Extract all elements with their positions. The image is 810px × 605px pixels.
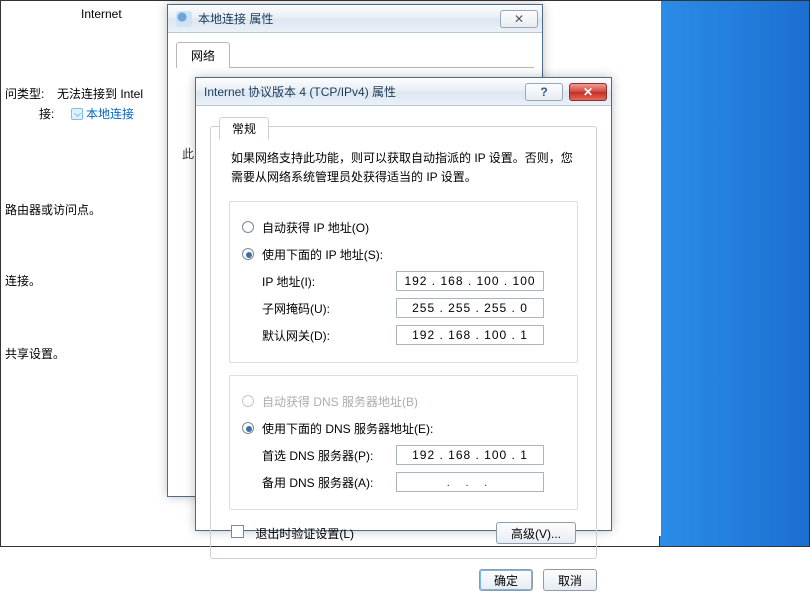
tab-general[interactable]: 常规 [219, 117, 269, 140]
router-text: 路由器或访问点。 [5, 201, 101, 218]
validate-on-exit[interactable]: 退出时验证设置(L) [231, 525, 354, 542]
ipv4-properties-window: Internet 协议版本 4 (TCP/IPv4) 属性 ? ✕ 常规 如果网… [195, 77, 612, 531]
close-button[interactable]: ✕ [500, 10, 538, 28]
connection-type-value: 无法连接到 Intel [57, 85, 143, 102]
radio-auto-ip[interactable] [242, 221, 254, 233]
radio-manual-ip-label[interactable]: 使用下面的 IP 地址(S): [262, 246, 383, 263]
connection-target-label: 接: [39, 105, 54, 122]
advanced-button[interactable]: 高级(V)... [496, 522, 576, 544]
ip-address-input[interactable]: 192 . 168 . 100 . 100 [396, 271, 544, 291]
network-adapter-icon [176, 11, 192, 27]
gateway-label: 默认网关(D): [242, 327, 396, 344]
ip-settings-group: 自动获得 IP 地址(O) 使用下面的 IP 地址(S): IP 地址(I): … [229, 201, 578, 363]
dns2-input[interactable]: . . . [396, 472, 544, 492]
titlebar[interactable]: 本地连接 属性 ✕ [168, 5, 542, 33]
network-adapter-icon [71, 108, 83, 120]
subnet-mask-label: 子网掩码(U): [242, 300, 396, 317]
validate-checkbox[interactable] [231, 525, 244, 538]
dns1-input[interactable]: 192 . 168 . 100 . 1 [396, 445, 544, 465]
radio-manual-dns[interactable] [242, 422, 254, 434]
dns2-label: 备用 DNS 服务器(A): [242, 474, 396, 491]
radio-auto-dns-label: 自动获得 DNS 服务器地址(B) [262, 393, 418, 410]
description-text: 如果网络支持此功能，则可以获取自动指派的 IP 设置。否则，您需要从网络系统管理… [231, 149, 576, 187]
help-button[interactable]: ? [525, 83, 563, 101]
validate-checkbox-label: 退出时验证设置(L) [255, 527, 354, 541]
radio-manual-dns-label[interactable]: 使用下面的 DNS 服务器地址(E): [262, 420, 433, 437]
close-icon: ✕ [583, 86, 593, 98]
ip-address-label: IP 地址(I): [242, 273, 396, 290]
connection-type-label: 问类型: [5, 85, 44, 102]
window-title: 本地连接 属性 [198, 10, 500, 27]
internet-label: Internet [81, 7, 122, 21]
local-connection-link[interactable]: 本地连接 [71, 105, 134, 122]
ok-button[interactable]: 确定 [479, 569, 533, 591]
close-button[interactable]: ✕ [569, 83, 607, 101]
tabstrip: 网络 [176, 41, 534, 68]
dns-settings-group: 自动获得 DNS 服务器地址(B) 使用下面的 DNS 服务器地址(E): 首选… [229, 375, 578, 510]
share-settings-text: 共享设置。 [5, 345, 65, 362]
titlebar[interactable]: Internet 协议版本 4 (TCP/IPv4) 属性 ? ✕ [196, 78, 611, 106]
window-title: Internet 协议版本 4 (TCP/IPv4) 属性 [204, 83, 525, 100]
partial-text: 此 [182, 145, 194, 162]
radio-auto-ip-label[interactable]: 自动获得 IP 地址(O) [262, 219, 369, 236]
radio-manual-ip[interactable] [242, 248, 254, 260]
connection-text: 连接。 [5, 272, 41, 289]
tab-network[interactable]: 网络 [176, 42, 230, 68]
cancel-button[interactable]: 取消 [543, 569, 597, 591]
subnet-mask-input[interactable]: 255 . 255 . 255 . 0 [396, 298, 544, 318]
desktop-background [659, 1, 809, 546]
gateway-input[interactable]: 192 . 168 . 100 . 1 [396, 325, 544, 345]
radio-auto-dns [242, 395, 254, 407]
question-icon: ? [540, 85, 547, 99]
dns1-label: 首选 DNS 服务器(P): [242, 447, 396, 464]
